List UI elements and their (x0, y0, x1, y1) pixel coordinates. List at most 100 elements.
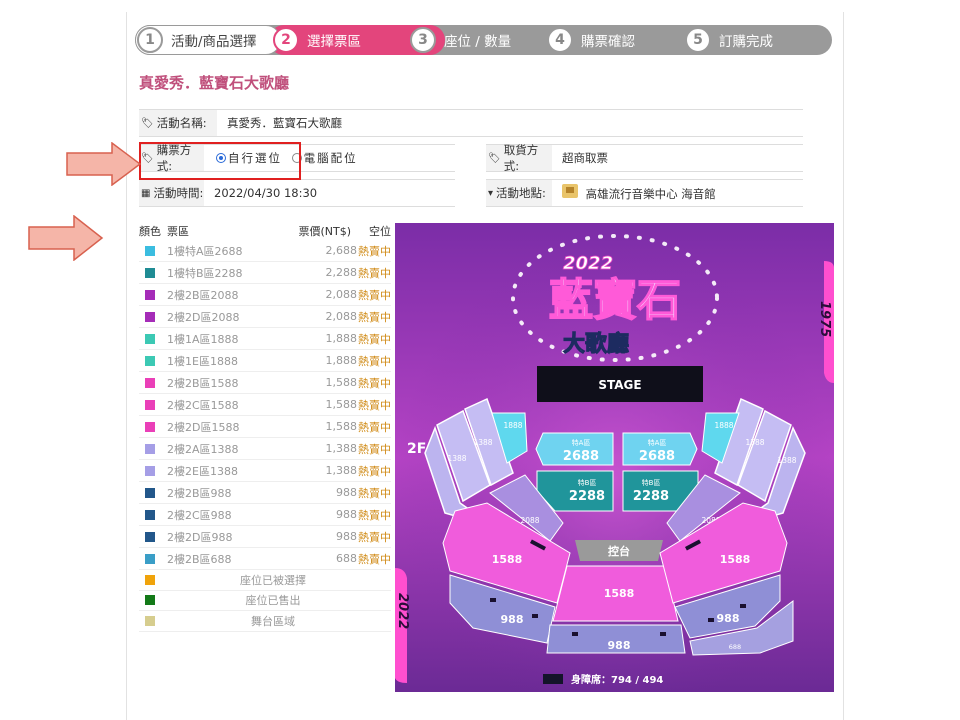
zone-row[interactable]: 1樓1E區1888 1,888 熱賣中 (139, 350, 391, 372)
legend-row: 座位已售出 (139, 591, 391, 611)
zone-row[interactable]: 1樓特B區2288 2,288 熱賣中 (139, 262, 391, 284)
label-vip-b-right-price: 2288 (633, 489, 669, 504)
stage-label: STAGE (598, 378, 641, 392)
calendar-icon: ▦ (141, 187, 151, 199)
zone-price: 1,888 (325, 332, 358, 345)
event-time-value: 2022/04/30 18:30 (214, 186, 318, 200)
zone-price: 1,588 (325, 376, 358, 389)
zone-color-swatch (145, 355, 155, 366)
zone-status: 熱賣中 (358, 508, 391, 522)
zone-row[interactable]: 1樓特A區2688 2,688 熱賣中 (139, 240, 391, 262)
zone-color-swatch (145, 267, 155, 278)
zone-row[interactable]: 2樓2C區1588 1,588 熱賣中 (139, 394, 391, 416)
radio-computer-assign[interactable]: 電腦配位 (291, 150, 358, 166)
step-1[interactable]: 1 活動/商品選擇 (137, 25, 257, 55)
label-vip-a-right-title: 特A區 (648, 438, 667, 447)
legend-label: 座位已售出 (245, 594, 301, 608)
event-place-label: ▾ 活動地點: (486, 180, 552, 206)
zone-price: 1,888 (325, 354, 358, 367)
logo-title: 藍寶石 (549, 275, 681, 326)
logo-year: 2022 (563, 253, 613, 274)
zone-row[interactable]: 2樓2D區988 988 熱賣中 (139, 526, 391, 548)
zone-row[interactable]: 2樓2D區1588 1,588 熱賣中 (139, 416, 391, 438)
label-988-center: 988 (608, 639, 631, 652)
zone-color-swatch (145, 531, 155, 542)
step-5: 5 訂購完成 (685, 25, 773, 55)
map-pin-icon: ▾ (488, 187, 494, 199)
zone-name: 2樓2B區988 (167, 486, 232, 500)
price-table: 顏色 票區 票價(NT$) 空位 1樓特A區2688 2,688 熱賣中 1樓特B區2… (139, 222, 391, 632)
label-vip-b-left-price: 2288 (569, 489, 605, 504)
zone-name: 1樓特A區2688 (167, 244, 243, 258)
zone-name: 2樓2D區1588 (167, 420, 240, 434)
label-1388-left1: 1388 (447, 454, 466, 463)
step-4: 4 購票確認 (547, 25, 635, 55)
step-number: 2 (273, 27, 299, 53)
step-3: 3 座位 / 數量 (410, 25, 511, 55)
zone-row[interactable]: 2樓2D區2088 2,088 熱賣中 (139, 306, 391, 328)
label-988-right: 988 (717, 612, 740, 625)
zone-row[interactable]: 2樓2B區688 688 熱賣中 (139, 548, 391, 570)
label-1388-left2: 1388 (473, 438, 492, 447)
zone-price: 1,388 (325, 464, 358, 477)
event-place-value[interactable]: 高雄流行音樂中心 海音館 (552, 184, 716, 202)
zone-price: 988 (336, 530, 357, 543)
legend-color-swatch (145, 595, 155, 606)
event-title: 真愛秀．藍寶石大歌廳 (139, 74, 290, 92)
tag-icon: 🏷︎ (488, 152, 501, 164)
info-row-pickup: 🏷︎ 取貨方式: 超商取票 (486, 143, 803, 173)
zone-row[interactable]: 2樓2B區988 988 熱賣中 (139, 482, 391, 504)
step-label: 訂購完成 (719, 34, 773, 50)
zone-name: 1樓1A區1888 (167, 332, 239, 346)
zone-color-swatch (145, 509, 155, 520)
zone-status: 熱賣中 (358, 420, 391, 434)
zone-row[interactable]: 2樓2A區1388 1,388 熱賣中 (139, 438, 391, 460)
zone-price: 2,088 (325, 310, 358, 323)
zone-row[interactable]: 2樓2E區1388 1,388 熱賣中 (139, 460, 391, 482)
zone-color-swatch (145, 399, 155, 410)
label-2088-left: 2088 (520, 516, 539, 525)
zone-name: 2樓2C區988 (167, 508, 232, 522)
zone-name: 2樓2D區988 (167, 530, 233, 544)
zone-row[interactable]: 2樓2C區988 988 熱賣中 (139, 504, 391, 526)
zone-status: 熱賣中 (358, 376, 391, 390)
tag-icon: 🏷︎ (141, 117, 154, 129)
seat-map-graphic: 2022 藍寶石 大歌廳 1975 2022 STAGE 2F 1388 138… (395, 223, 834, 692)
legend-label: 座位已被選擇 (240, 573, 306, 587)
zone-list: 1樓特A區2688 2,688 熱賣中 1樓特B區2288 2,288 熱賣中 2樓2B區2… (139, 240, 391, 570)
legend-list: 座位已被選擇 座位已售出 舞台區域 (139, 570, 391, 632)
zone-color-swatch (145, 245, 155, 256)
zone-price: 988 (336, 486, 357, 499)
zone-row[interactable]: 1樓1A區1888 1,888 熱賣中 (139, 328, 391, 350)
seat-map[interactable]: 2022 藍寶石 大歌廳 1975 2022 STAGE 2F 1388 138… (395, 223, 834, 692)
pointer-arrow-price-table (28, 215, 104, 261)
label-vip-b-right-title: 特B區 (642, 478, 661, 487)
zone-name: 2樓2D區2088 (167, 310, 240, 324)
zone-color-swatch (145, 311, 155, 322)
venue-icon (562, 184, 578, 198)
info-row-place: ▾ 活動地點: 高雄流行音樂中心 海音館 (486, 179, 803, 207)
zone-name: 2樓2B區688 (167, 552, 232, 566)
zone-price: 1,588 (325, 398, 358, 411)
step-label: 購票確認 (581, 34, 635, 50)
zone-price: 688 (336, 552, 357, 565)
zone-status: 熱賣中 (358, 552, 391, 566)
zone-status: 熱賣中 (358, 310, 391, 324)
zone-row[interactable]: 2樓2B區1588 1,588 熱賣中 (139, 372, 391, 394)
label-vip-a-right-price: 2688 (639, 449, 675, 464)
step-number: 4 (547, 27, 573, 53)
zone-status: 熱賣中 (358, 486, 391, 500)
step-2[interactable]: 2 選擇票區 (273, 25, 361, 55)
zone-color-swatch (145, 377, 155, 388)
zone-row[interactable]: 2樓2B區2088 2,088 熱賣中 (139, 284, 391, 306)
zone-price: 988 (336, 508, 357, 521)
zone-color-swatch (145, 333, 155, 344)
price-table-header: 顏色 票區 票價(NT$) 空位 (139, 222, 391, 240)
side-year-top: 1975 (817, 301, 832, 337)
pickup-value: 超商取票 (562, 151, 608, 165)
zone-status: 熱賣中 (358, 266, 391, 280)
label-688: 688 (729, 643, 741, 651)
step-label: 選擇票區 (307, 34, 361, 50)
legend-color-swatch (145, 574, 155, 585)
step-label: 座位 / 數量 (444, 34, 512, 50)
